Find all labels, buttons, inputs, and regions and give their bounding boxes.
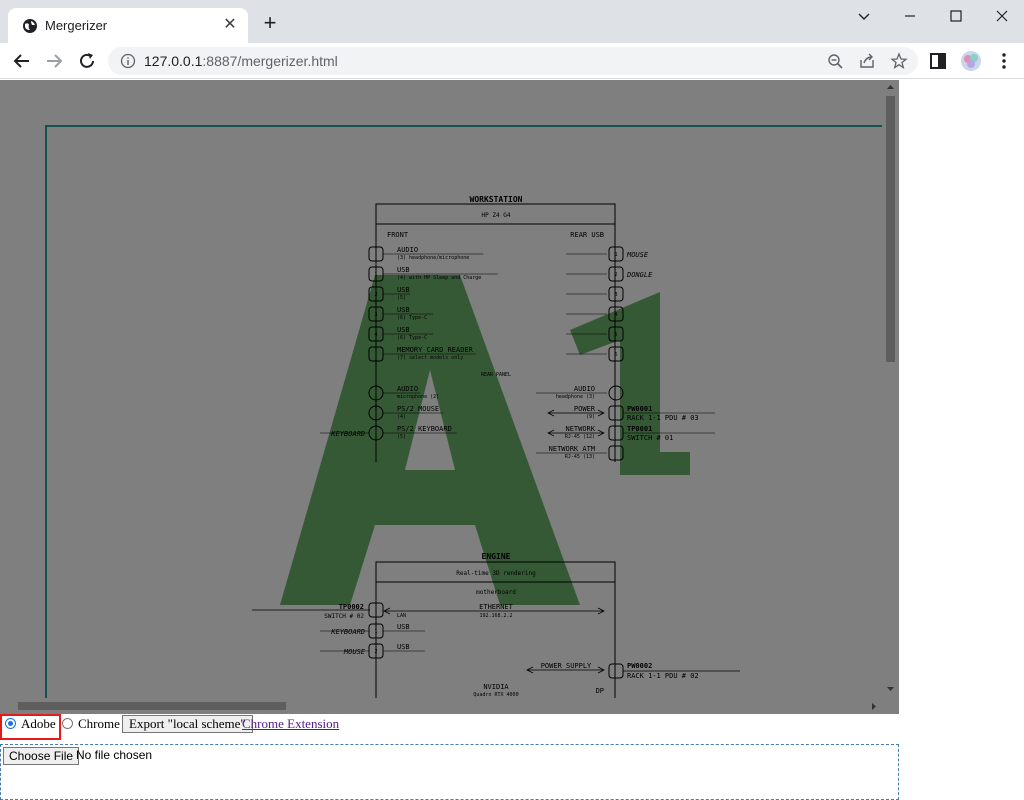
side-panel-icon[interactable] [926,49,950,73]
minimize-icon[interactable] [900,6,920,26]
close-tab-icon[interactable]: ✕ [222,17,238,34]
scroll-right-icon[interactable] [870,702,878,711]
url-host: 127.0.0.1 [144,53,203,69]
export-local-scheme-button[interactable]: Export "local scheme" [122,715,253,733]
share-icon[interactable] [858,52,876,70]
mode-controls: Adobe Chrome Export "local scheme" Chrom… [0,714,1024,740]
tab-title: Mergerizer [45,18,108,33]
file-drop-zone[interactable]: Choose File No file chosen [0,744,899,800]
choose-file-button[interactable]: Choose File [3,747,80,765]
maximize-icon[interactable] [946,6,966,26]
globe-icon [23,19,37,33]
zoom-out-icon[interactable] [826,52,844,70]
more-menu-icon[interactable] [992,49,1016,73]
adobe-radio[interactable] [5,718,16,729]
vertical-scroll-thumb[interactable] [886,96,895,362]
browser-tab[interactable]: Mergerizer ✕ [8,8,248,43]
scroll-up-icon[interactable] [886,83,895,91]
reload-icon[interactable] [75,49,99,73]
browser-toolbar: 127.0.0.1:8887/mergerizer.html [0,43,1024,79]
forward-arrow-icon[interactable] [42,49,66,73]
diagram-viewer[interactable]: WORKSTATION HP Z4 G4 FRONT REAR USB REAR… [0,80,899,714]
tab-search-icon[interactable] [854,6,874,26]
profile-avatar-icon[interactable] [959,49,983,73]
window-close-icon[interactable] [992,6,1012,26]
url-text[interactable]: 127.0.0.1:8887/mergerizer.html [144,53,338,69]
scroll-down-icon[interactable] [886,685,895,693]
tab-strip: Mergerizer ✕ + [0,0,1024,43]
modal-dim-overlay [0,80,898,714]
adobe-label[interactable]: Adobe [21,716,56,732]
site-info-icon[interactable] [120,53,136,69]
horizontal-scrollbar[interactable] [0,698,899,714]
chrome-extension-link[interactable]: Chrome Extension [242,716,339,732]
chrome-radio[interactable] [62,718,73,729]
new-tab-button[interactable]: + [260,12,280,34]
horizontal-scroll-thumb[interactable] [18,702,286,710]
back-arrow-icon[interactable] [10,49,34,73]
bookmark-star-icon[interactable] [890,52,908,70]
url-path: :8887/mergerizer.html [202,53,338,69]
address-bar[interactable]: 127.0.0.1:8887/mergerizer.html [108,47,918,75]
file-status: No file chosen [76,748,153,762]
vertical-scrollbar[interactable] [882,80,899,698]
chrome-label[interactable]: Chrome [78,716,120,732]
